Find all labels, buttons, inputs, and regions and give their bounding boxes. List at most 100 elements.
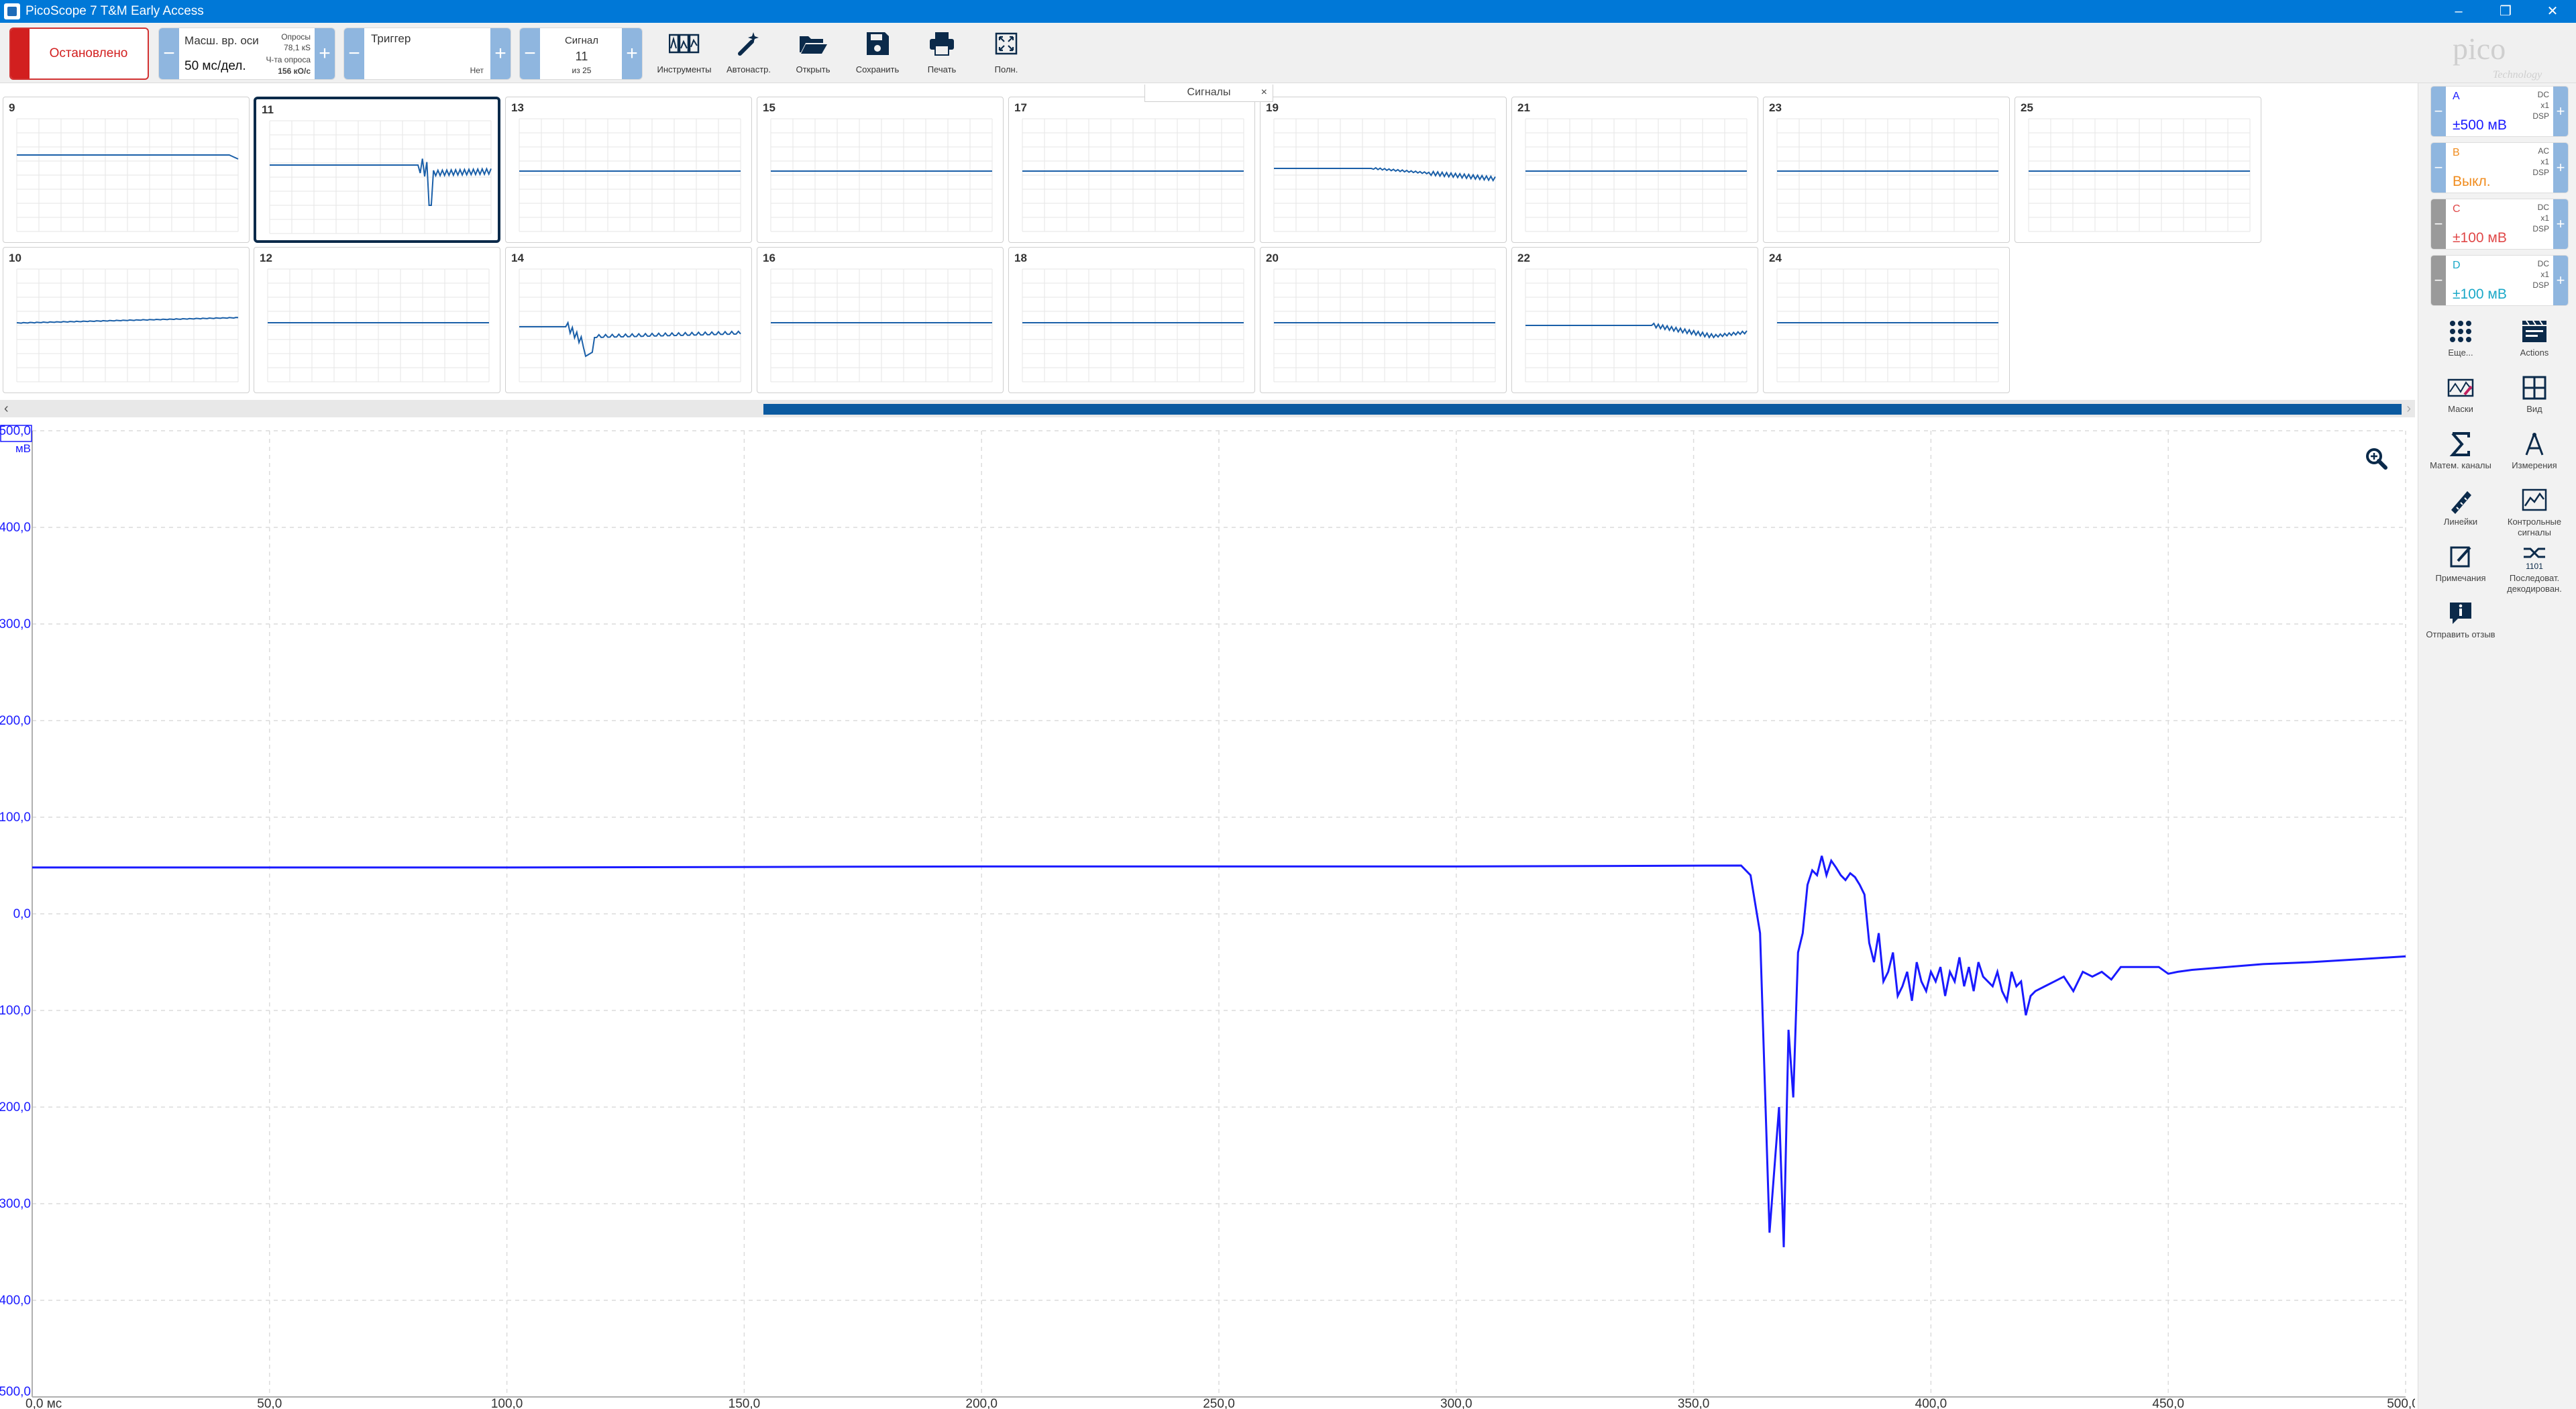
waveform-thumbnail-21[interactable]: 21 (1511, 97, 1758, 243)
sigma-icon (2449, 432, 2470, 456)
trigger-mode[interactable]: Нет (470, 66, 484, 75)
waveform-current[interactable]: 11 (540, 50, 623, 64)
minimize-button[interactable]: – (2435, 0, 2482, 23)
trigger-decrease-button[interactable]: − (344, 28, 364, 79)
channel-a-card[interactable]: − A ±500 мВ DC x1 DSP + (2430, 86, 2569, 137)
waveform-thumbnail-25[interactable]: 25 (2015, 97, 2261, 243)
waveform-thumbnail-15[interactable]: 15 (757, 97, 1004, 243)
masks-button[interactable]: Маски (2424, 374, 2498, 415)
more-grid-button[interactable]: Еще... (2424, 318, 2498, 358)
next-waveform-button[interactable]: + (622, 28, 642, 79)
view-button[interactable]: Вид (2498, 374, 2571, 415)
sigma-button[interactable]: Матем. каналы (2424, 431, 2498, 471)
waveform-thumbnail-9[interactable]: 9 (3, 97, 250, 243)
tool-label: Линейки (2443, 517, 2478, 527)
instruments-button[interactable]: Инструменты (653, 28, 715, 79)
channel-d-range-increase[interactable]: + (2553, 256, 2568, 305)
channel-settings: DC x1 DSP (2532, 259, 2549, 290)
autosetup-button[interactable]: Автонастр. (718, 28, 780, 79)
y-tick-label: -400,0 (0, 1294, 31, 1308)
waveform-thumbnails: 9 10 11 12 13 14 15 16 17 18 19 20 21 22 23 24 25 (0, 83, 2415, 399)
waveform-thumbnail-19[interactable]: 19 (1260, 97, 1507, 243)
waveform-thumbnail-20[interactable]: 20 (1260, 247, 1507, 393)
feedback-icon (2450, 603, 2471, 624)
thumbnail-scrollbar[interactable]: ‹ › (0, 400, 2415, 417)
close-button[interactable]: ✕ (2529, 0, 2576, 23)
timebase-decrease-button[interactable]: − (159, 28, 179, 79)
run-stop-button[interactable]: Остановлено (9, 28, 149, 80)
tool-label: Actions (2520, 348, 2549, 358)
channel-c-range-increase[interactable]: + (2553, 199, 2568, 249)
thumbnail-plot (1525, 118, 1748, 232)
timebase-value[interactable]: 50 мс/дел. (184, 59, 246, 74)
waveform-thumbnail-11[interactable]: 11 (254, 97, 500, 243)
print-button[interactable]: Печать (911, 28, 973, 79)
trigger-increase-button[interactable]: + (490, 28, 511, 79)
save-icon (867, 32, 889, 55)
y-tick-label: 500,0 (0, 424, 31, 438)
notes-button[interactable]: Примечания (2424, 543, 2498, 584)
thumbnail-number: 17 (1014, 101, 1027, 114)
waveform-thumbnail-18[interactable]: 18 (1008, 247, 1255, 393)
channel-range[interactable]: ±100 мВ (2453, 286, 2507, 303)
scroll-left-icon[interactable]: ‹ (4, 400, 9, 417)
scope-view[interactable]: 500,0 400,0 300,0 200,0 100,0 0,0 -100,0 -200,0… (0, 419, 2415, 1409)
waveform-thumbnail-12[interactable]: 12 (254, 247, 500, 393)
save-button[interactable]: Сохранить (847, 28, 908, 79)
channel-d-range-decrease[interactable]: − (2431, 256, 2446, 305)
previous-waveform-button[interactable]: − (520, 28, 540, 79)
thumbnail-plot (1022, 268, 1244, 382)
maximize-button[interactable]: ❐ (2482, 0, 2529, 23)
channel-c-card[interactable]: − C ±100 мВ DC x1 DSP + (2430, 199, 2569, 250)
channel-name: D (2453, 260, 2461, 271)
samples-value[interactable]: 78,1 кS (284, 43, 311, 52)
waveform-thumbnail-22[interactable]: 22 (1511, 247, 1758, 393)
scrollbar-thumb[interactable] (763, 404, 2402, 415)
y-tick-label: -100,0 (0, 1004, 31, 1018)
x-tick-label: 100,0 (491, 1397, 523, 1409)
zoom-icon[interactable] (2366, 448, 2387, 470)
fullscreen-button[interactable]: Полн. (975, 28, 1037, 79)
channel-range[interactable]: ±500 мВ (2453, 117, 2507, 134)
measurements-button[interactable]: Измерения (2498, 431, 2571, 471)
run-state-label: Остановлено (49, 46, 128, 60)
channel-range[interactable]: Выкл. (2453, 174, 2491, 190)
waveforms-tab[interactable]: Сигналы × (1144, 85, 1273, 102)
channel-range[interactable]: ±100 мВ (2453, 230, 2507, 246)
actions-button[interactable]: Actions (2498, 318, 2571, 358)
waveform-thumbnail-16[interactable]: 16 (757, 247, 1004, 393)
thumbnail-number: 13 (511, 101, 524, 114)
rulers-button[interactable]: Линейки (2424, 487, 2498, 527)
channel-b-card[interactable]: − B Выкл. AC x1 DSP + (2430, 142, 2569, 193)
feedback-button[interactable]: Отправить отзыв (2424, 600, 2498, 640)
channel-a-range-decrease[interactable]: − (2431, 87, 2446, 136)
channel-d-card[interactable]: − D ±100 мВ DC x1 DSP + (2430, 255, 2569, 306)
waveform-thumbnail-13[interactable]: 13 (505, 97, 752, 243)
channel-c-range-decrease[interactable]: − (2431, 199, 2446, 249)
channel-a-range-increase[interactable]: + (2553, 87, 2568, 136)
thumbnail-number: 21 (1517, 101, 1530, 114)
waveform-thumbnail-17[interactable]: 17 (1008, 97, 1255, 243)
waveform-thumbnail-23[interactable]: 23 (1763, 97, 2010, 243)
thumbnail-number: 10 (9, 252, 21, 264)
scope-chart[interactable]: 500,0 400,0 300,0 200,0 100,0 0,0 -100,0 -200,0… (0, 419, 2415, 1409)
waveform-thumbnail-14[interactable]: 14 (505, 247, 752, 393)
channel-name: A (2453, 91, 2460, 102)
thumbnail-plot (1022, 118, 1244, 232)
reference-waveforms-button[interactable]: Контрольные сигналы (2498, 487, 2571, 538)
channel-b-range-increase[interactable]: + (2553, 143, 2568, 193)
timebase-label: Масш. вр. оси (184, 34, 259, 47)
serial-decoding-button[interactable]: 1101 Последоват. декодирован. (2498, 543, 2571, 594)
channel-settings: DC x1 DSP (2532, 90, 2549, 121)
channel-b-range-decrease[interactable]: − (2431, 143, 2446, 193)
waveform-thumbnail-24[interactable]: 24 (1763, 247, 2010, 393)
close-waveforms-icon[interactable]: × (1261, 85, 1267, 101)
scroll-right-icon[interactable]: › (2406, 400, 2411, 417)
tool-label: Маски (2448, 404, 2473, 414)
instruments-label: Инструменты (657, 64, 712, 74)
tool-label: Измерения (2512, 460, 2557, 470)
open-button[interactable]: Открыть (782, 28, 844, 79)
timebase-increase-button[interactable]: + (315, 28, 335, 79)
pico-technology-logo: pico Technology (2453, 32, 2542, 81)
waveform-thumbnail-10[interactable]: 10 (3, 247, 250, 393)
